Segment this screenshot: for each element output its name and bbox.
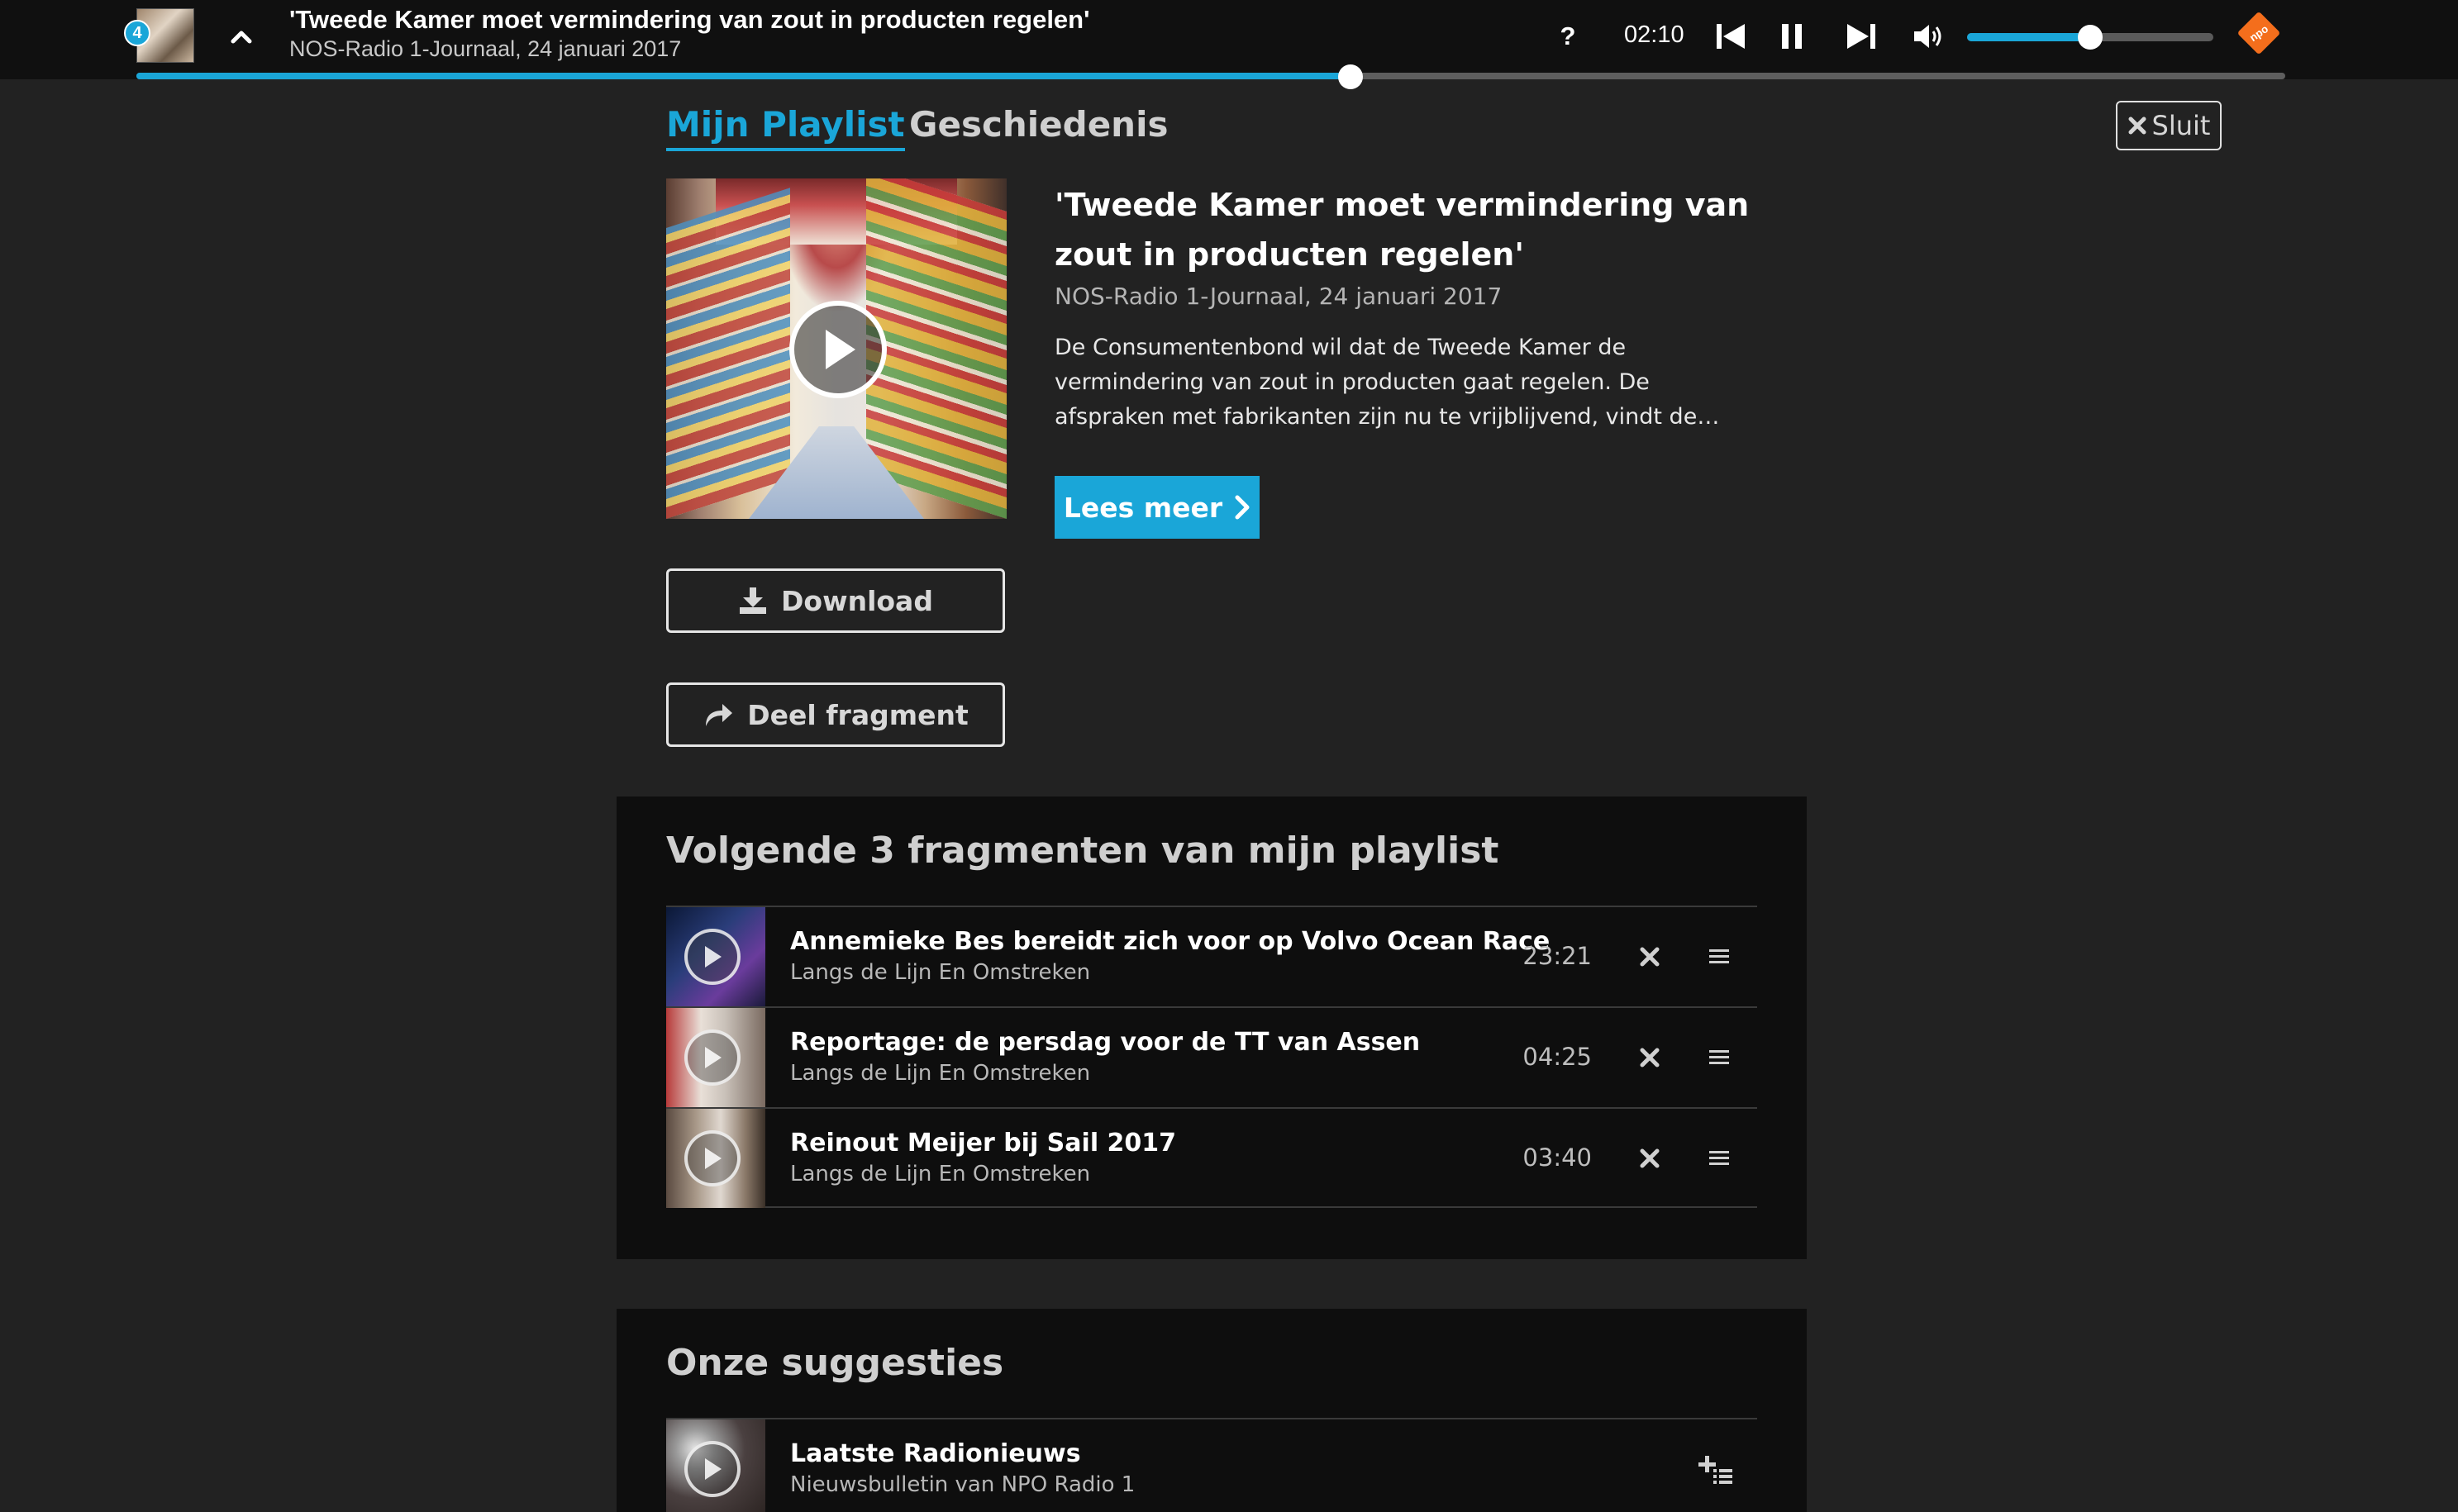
queue-count-badge: 4 (124, 20, 150, 46)
playlist-row[interactable]: Reportage: de persdag voor de TT van Ass… (666, 1006, 1757, 1107)
row-title: Reinout Meijer bij Sail 2017 (790, 1129, 1177, 1158)
skip-forward-icon (1847, 24, 1875, 49)
row-play-button[interactable] (684, 1029, 741, 1086)
npo-logo-icon: npo (2238, 12, 2279, 54)
player-bar: 4 'Tweede Kamer moet vermindering van zo… (0, 0, 2458, 89)
row-play-button[interactable] (684, 929, 741, 985)
download-button[interactable]: Download (666, 568, 1005, 633)
download-icon (740, 587, 767, 614)
current-item-play-button[interactable] (789, 301, 887, 398)
read-more-label: Lees meer (1063, 491, 1223, 524)
chevron-up-icon (231, 31, 252, 44)
close-button[interactable]: Sluit (2116, 101, 2222, 150)
suggestions-panel: Onze suggesties Laatste Radionieuws Nieu… (617, 1309, 1807, 1512)
chevron-right-icon (1235, 495, 1250, 520)
share-button[interactable]: Deel fragment (666, 682, 1005, 747)
row-thumbnail[interactable] (666, 907, 765, 1006)
app-root: 4 'Tweede Kamer moet vermindering van zo… (0, 0, 2458, 1512)
playlist-row[interactable]: Reinout Meijer bij Sail 2017 Langs de Li… (666, 1107, 1757, 1208)
row-thumbnail[interactable] (666, 1008, 765, 1107)
progress-bar[interactable] (136, 64, 2285, 89)
add-to-playlist-button[interactable] (1696, 1451, 1736, 1487)
skip-back-icon (1717, 24, 1745, 49)
row-subtitle: Nieuwsbulletin van NPO Radio 1 (790, 1472, 1136, 1497)
next-fragments-panel: Volgende 3 fragmenten van mijn playlist … (617, 796, 1807, 1259)
read-more-button[interactable]: Lees meer (1055, 476, 1260, 539)
remove-button[interactable] (1633, 940, 1666, 973)
elapsed-time: 02:10 (1624, 21, 1684, 48)
npo-logo[interactable]: npo (2236, 10, 2282, 56)
current-item-meta: NOS-Radio 1-Journaal, 24 januari 2017 (1055, 283, 1503, 310)
reorder-handle[interactable] (1703, 1041, 1736, 1074)
close-icon (1640, 1148, 1660, 1168)
close-icon (1640, 947, 1660, 967)
row-thumbnail[interactable] (666, 1109, 765, 1208)
next-fragments-heading: Volgende 3 fragmenten van mijn playlist (666, 830, 1499, 872)
play-icon (826, 330, 855, 369)
tab-mijn-playlist[interactable]: Mijn Playlist (666, 104, 905, 151)
suggestion-row[interactable]: Laatste Radionieuws Nieuwsbulletin van N… (666, 1418, 1757, 1512)
current-item-title: 'Tweede Kamer moet vermindering van zout… (1055, 187, 1750, 273)
row-play-button[interactable] (684, 1130, 741, 1186)
row-subtitle: Langs de Lijn En Omstreken (790, 1061, 1091, 1086)
help-button[interactable]: ? (1554, 20, 1582, 53)
add-to-playlist-icon (1698, 1456, 1732, 1484)
close-label: Sluit (2151, 110, 2211, 141)
row-thumbnail[interactable] (666, 1419, 765, 1512)
drag-handle-icon (1709, 1151, 1729, 1165)
volume-icon (1914, 25, 1941, 48)
volume-slider[interactable] (1967, 25, 2213, 50)
row-title: Laatste Radionieuws (790, 1439, 1081, 1468)
pause-button[interactable] (1774, 18, 1810, 55)
row-subtitle: Langs de Lijn En Omstreken (790, 1162, 1091, 1186)
next-button[interactable] (1843, 18, 1879, 55)
row-subtitle: Langs de Lijn En Omstreken (790, 960, 1091, 985)
remove-button[interactable] (1633, 1142, 1666, 1175)
now-playing-title: 'Tweede Kamer moet vermindering van zout… (289, 5, 1090, 34)
play-icon (705, 1148, 722, 1169)
current-item-description: De Consumentenbond wil dat de Tweede Kam… (1055, 335, 1698, 430)
row-title: Annemieke Bes bereidt zich voor op Volvo… (790, 927, 1551, 956)
playlist-row[interactable]: Annemieke Bes bereidt zich voor op Volvo… (666, 906, 1757, 1006)
reorder-handle[interactable] (1703, 940, 1736, 973)
play-icon (705, 1047, 722, 1068)
share-label: Deel fragment (747, 698, 969, 731)
row-duration: 03:40 (1522, 1144, 1592, 1172)
row-title: Reportage: de persdag voor de TT van Ass… (790, 1028, 1421, 1057)
progress-bar-fill (136, 73, 1350, 79)
close-icon (1640, 1048, 1660, 1067)
previous-button[interactable] (1713, 18, 1749, 55)
download-label: Download (781, 584, 933, 617)
share-arrow-icon (706, 704, 733, 726)
reorder-handle[interactable] (1703, 1142, 1736, 1175)
suggestions-heading: Onze suggesties (666, 1342, 1004, 1384)
close-icon (2128, 116, 2146, 135)
row-duration: 23:21 (1522, 942, 1592, 970)
play-icon (705, 946, 722, 968)
progress-bar-handle[interactable] (1338, 64, 1363, 89)
drag-handle-icon (1709, 1050, 1729, 1064)
pause-icon (1782, 24, 1802, 49)
volume-slider-handle[interactable] (2078, 25, 2103, 50)
play-icon (705, 1458, 722, 1480)
row-duration: 04:25 (1522, 1043, 1592, 1071)
row-play-button[interactable] (684, 1441, 741, 1497)
volume-slider-fill (1967, 33, 2090, 41)
volume-button[interactable] (1911, 18, 1947, 55)
now-playing-subtitle: NOS-Radio 1-Journaal, 24 januari 2017 (289, 36, 682, 61)
remove-button[interactable] (1633, 1041, 1666, 1074)
expand-button[interactable] (225, 20, 258, 53)
drag-handle-icon (1709, 949, 1729, 963)
tab-geschiedenis[interactable]: Geschiedenis (909, 104, 1168, 145)
